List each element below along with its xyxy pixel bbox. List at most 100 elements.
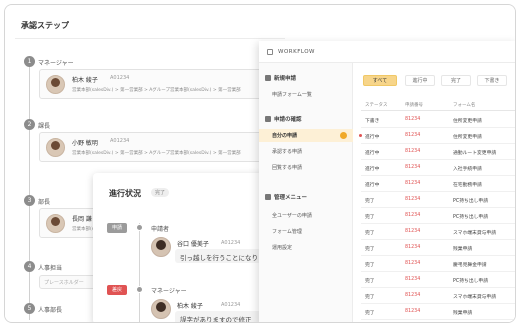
table-row[interactable]: 完了 81234 残業申請 [361,304,515,320]
approver-card[interactable]: 長岡 謙 営業本部(salesDiv.) > 第一営業部 [39,208,143,238]
sidebar-item-all-users[interactable]: 全ユーザーの申請 [259,209,353,222]
row-form: スマホ端末貸与申請 [453,295,497,300]
approval-steps-title: 承認ステップ [21,21,69,30]
sidebar-section-new: 新規申請 [265,74,296,82]
row-form: 在宅勤務申請 [453,183,482,188]
progress-status-card: 進行状況 完了 申請 申請者 谷口 優美子 A01234 引っ越しを行うことにな… [93,173,285,322]
notification-badge [340,132,347,139]
row-form: PC持ち出し申請 [453,215,489,220]
row-form: 住所変更申請 [453,119,482,124]
row-form: 通勤ルート変更申請 [453,151,497,156]
row-number[interactable]: 81234 [405,293,420,298]
sidebar-item-my-requests[interactable]: 自分の申請 [259,129,353,142]
table-row[interactable]: 完了 81234 スマホ端末貸与申請 [361,288,515,304]
workflow-sidebar: 新規申請 申請フォーム一覧 申請の確認 自分の申請 承認する申請 回覧する申請 … [259,63,353,322]
approver-card[interactable]: 柏木 綾子 A01234 営業本部(salesDiv.) > 第一営業部 > A… [39,69,271,99]
row-status: 進行中 [365,151,380,156]
tab-draft[interactable]: 下書き [477,75,507,86]
table-row[interactable]: 完了 81234 PC持ち出し申請 [361,192,515,208]
step-timeline-line [29,60,30,320]
table-row[interactable]: 進行中 81234 在宅勤務申請 [361,176,515,192]
timeline-dot [136,224,143,231]
step-number: 3 [24,195,35,206]
check-icon [265,116,271,122]
approver-name: 長岡 謙 [72,216,92,223]
status-badge: 完了 [151,188,170,197]
progress-role: 申請者 [151,226,170,233]
sidebar-item-to-approve[interactable]: 承認する申請 [259,145,353,158]
progress-role: マネージャー [151,288,187,295]
avatar [46,75,65,94]
sidebar-item-settings[interactable]: 運用設定 [259,241,353,254]
row-number[interactable]: 81234 [405,229,420,234]
sidebar-item-form-admin[interactable]: フォーム管理 [259,225,353,238]
row-number[interactable]: 81234 [405,245,420,250]
approver-id: A01234 [110,75,130,81]
row-number[interactable]: 81234 [405,181,420,186]
approver-dept: 営業本部(salesDiv.) > 第一営業部 > Aグループ営業本部(sale… [72,151,241,156]
tab-completed[interactable]: 完了 [441,75,471,86]
row-status: 完了 [365,311,375,316]
approver-name: 柏木 綾子 [72,77,98,84]
row-status: 完了 [365,199,375,204]
progress-name: 柏木 綾子 [177,303,203,310]
table-row[interactable]: 下書き 81234 住所変更申請 [361,112,515,128]
table-row[interactable]: 完了 81234 残業申請 [361,240,515,256]
column-header-number[interactable]: 申請番号 [405,102,423,108]
row-status: 完了 [365,295,375,300]
table-row[interactable]: 進行中 81234 通勤ルート変更申請 [361,144,515,160]
workflow-main: すべて 進行中 完了 下書き ステータス 申請番号 フォーム名 下書き 81234… [353,63,515,322]
sidebar-item-circulate[interactable]: 回覧する申請 [259,161,353,174]
row-form: PC持ち出し申請 [453,199,489,204]
row-number[interactable]: 81234 [405,277,420,282]
approver-name: 小野 敏明 [72,140,98,147]
row-number[interactable]: 81234 [405,149,420,154]
table-row[interactable]: 進行中 81234 入社手続申請 [361,160,515,176]
column-header-status[interactable]: ステータス [365,102,388,108]
row-status: 完了 [365,231,375,236]
progress-timeline-line [139,223,140,322]
step-role: 人事担当 [38,265,63,272]
row-number[interactable]: 81234 [405,117,420,122]
row-status: 進行中 [365,167,380,172]
row-form: 慶弔見舞金申請 [453,263,487,268]
row-number[interactable]: 81234 [405,309,420,314]
table-row[interactable]: 完了 81234 PC持ち出し申請 [361,208,515,224]
row-number[interactable]: 81234 [405,165,420,170]
sidebar-item-form-list[interactable]: 申請フォーム一覧 [259,88,353,101]
step-number: 1 [24,56,35,67]
progress-user-id: A01234 [221,302,241,308]
progress-tag: 申請 [107,223,127,233]
step-role: 課長 [38,123,51,130]
row-form: PC持ち出し申請 [453,279,489,284]
table-row[interactable]: 完了 81234 スマホ端末貸与申請 [361,224,515,240]
row-status: 完了 [365,215,375,220]
row-number[interactable]: 81234 [405,213,420,218]
row-form: 入社手続申請 [453,167,482,172]
divider [15,38,285,39]
column-header-form[interactable]: フォーム名 [453,102,475,108]
row-number[interactable]: 81234 [405,133,420,138]
row-number[interactable]: 81234 [405,197,420,202]
approver-dept: 営業本部(salesDiv.) > 第一営業部 > Aグループ営業本部(sale… [72,88,241,93]
tab-in-progress[interactable]: 進行中 [405,75,435,86]
document-icon [265,75,271,81]
sidebar-section-label: 管理メニュー [274,195,308,201]
sidebar-section-label: 新規申請 [274,76,297,82]
row-form: 残業申請 [453,311,473,316]
progress-user-id: A01234 [221,240,241,246]
table-row[interactable]: 完了 81234 慶弔見舞金申請 [361,256,515,272]
progress-tag: 差戻 [107,285,127,295]
sidebar-item-label: 自分の申請 [272,133,298,139]
workflow-app-window: WORKFLOW 新規申請 申請フォーム一覧 申請の確認 自分の申請 承認する申… [259,41,515,322]
row-form: 残業申請 [453,247,473,252]
workflow-logo: WORKFLOW [278,49,315,55]
approver-card[interactable]: 小野 敏明 A01234 営業本部(salesDiv.) > 第一営業部 > A… [39,132,271,162]
step-role: 部長 [38,199,51,206]
table-row[interactable]: 進行中 81234 住所変更申請 [359,128,515,144]
progress-name: 谷口 優美子 [177,241,209,248]
row-number[interactable]: 81234 [405,261,420,266]
approver-select-input[interactable]: プレースホルダー [39,275,99,289]
tab-all[interactable]: すべて [363,75,397,86]
table-row[interactable]: 完了 81234 PC持ち出し申請 [361,272,515,288]
